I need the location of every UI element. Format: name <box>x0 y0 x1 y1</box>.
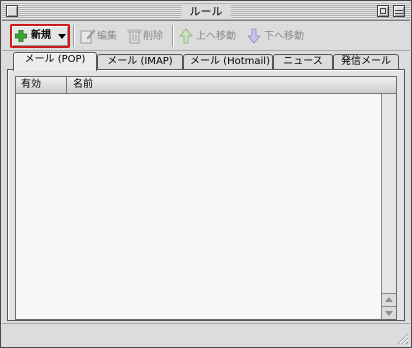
resize-grip-icon[interactable] <box>395 331 409 345</box>
edit-icon <box>80 29 96 44</box>
list-header: 有効 名前 <box>16 77 396 94</box>
tab-mail-hotmail[interactable]: メール (Hotmail) <box>183 54 273 70</box>
column-header-name[interactable]: 名前 <box>68 77 381 93</box>
edit-button[interactable]: 編集 <box>80 25 122 47</box>
toolbar: 新規 編集 削除 上へ移動 下へ移動 <box>2 22 410 51</box>
rules-window: ルール 新規 編集 削除 上へ移動 下へ移動 メール (POP) メール (IM… <box>0 0 412 348</box>
new-rule-button[interactable]: 新規 <box>10 24 70 48</box>
toolbar-separator <box>172 25 174 47</box>
close-box[interactable] <box>6 5 18 17</box>
tab-news[interactable]: ニュース <box>273 54 333 70</box>
move-down-button[interactable]: 下へ移動 <box>246 25 308 47</box>
bottom-bar <box>2 323 410 346</box>
column-header-enabled[interactable]: 有効 <box>16 77 67 93</box>
toolbar-separator <box>73 25 75 47</box>
vertical-scrollbar[interactable] <box>381 94 396 319</box>
title-bar[interactable]: ルール <box>2 2 410 21</box>
scroll-down-arrow[interactable] <box>382 306 396 319</box>
move-down-label: 下へ移動 <box>264 31 304 42</box>
tab-bar: メール (POP) メール (IMAP) メール (Hotmail) ニュース … <box>9 52 405 71</box>
new-rule-label: 新規 <box>31 30 51 41</box>
chevron-down-icon[interactable] <box>58 34 66 39</box>
collapse-box[interactable] <box>393 5 405 17</box>
move-up-label: 上へ移動 <box>196 31 236 42</box>
window-title: ルール <box>181 4 231 19</box>
arrow-down-icon <box>247 28 261 44</box>
tab-mail-pop[interactable]: メール (POP) <box>13 52 97 71</box>
delete-button[interactable]: 削除 <box>126 25 168 47</box>
delete-label: 削除 <box>143 31 163 42</box>
plus-icon <box>15 30 27 42</box>
scroll-up-arrow[interactable] <box>382 293 396 306</box>
trash-icon <box>127 29 142 44</box>
rules-list[interactable]: 有効 名前 <box>15 76 397 320</box>
move-up-button[interactable]: 上へ移動 <box>178 25 240 47</box>
tab-mail-imap[interactable]: メール (IMAP) <box>97 54 183 70</box>
zoom-box[interactable] <box>377 5 389 17</box>
edit-label: 編集 <box>97 31 117 42</box>
tab-outgoing-mail[interactable]: 発信メール <box>333 54 399 70</box>
arrow-up-icon <box>179 28 193 44</box>
